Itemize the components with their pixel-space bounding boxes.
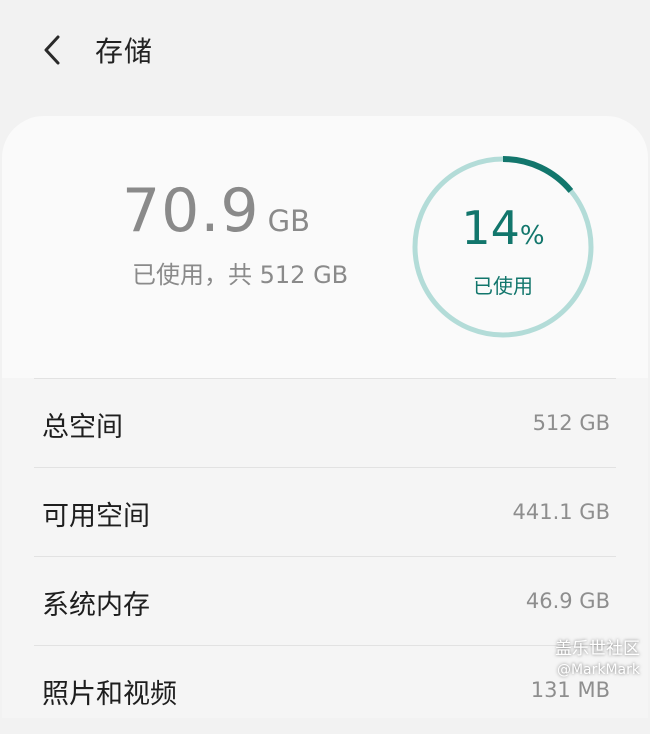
list-item-label: 系统内存 <box>42 590 150 621</box>
storage-card: 70.9 GB 已使用，共 512 GB 14% 已使用 总空间 512 GB 可… <box>2 116 648 718</box>
storage-list: 总空间 512 GB 可用空间 441.1 GB 系统内存 46.9 GB 照片… <box>2 378 648 718</box>
list-item-label: 可用空间 <box>42 501 150 532</box>
list-item-label: 照片和视频 <box>42 679 177 710</box>
list-item-value: 441.1 GB <box>512 500 610 524</box>
usage-percent: 14% <box>408 204 598 260</box>
watermark: 盖乐世社区 @MarkMark <box>555 634 640 678</box>
used-number: 70.9 <box>122 176 260 246</box>
header: 存储 <box>0 0 650 100</box>
used-amount: 70.9 GB <box>122 176 310 246</box>
chevron-left-icon <box>44 35 60 65</box>
list-item-label: 总空间 <box>42 412 123 443</box>
watermark-user: @MarkMark <box>556 662 640 678</box>
storage-summary: 70.9 GB 已使用，共 512 GB 14% 已使用 <box>2 116 648 378</box>
list-item-photos-videos[interactable]: 照片和视频 131 MB <box>34 645 616 734</box>
back-button[interactable] <box>36 30 72 70</box>
list-item-value: 131 MB <box>530 678 610 702</box>
usage-label: 已使用 <box>473 274 533 298</box>
page-title: 存储 <box>95 35 154 68</box>
usage-percent-block: 14% 已使用 <box>408 204 598 299</box>
usage-percent-sign: % <box>519 221 545 251</box>
usage-percent-number: 14 <box>461 201 520 255</box>
list-item-total-space[interactable]: 总空间 512 GB <box>34 378 616 467</box>
list-item-value: 46.9 GB <box>525 589 610 613</box>
used-caption: 已使用，共 512 GB <box>132 261 349 289</box>
used-unit: GB <box>267 204 310 238</box>
list-item-system-memory[interactable]: 系统内存 46.9 GB <box>34 556 616 645</box>
list-item-available-space[interactable]: 可用空间 441.1 GB <box>34 467 616 556</box>
list-item-value: 512 GB <box>532 411 610 435</box>
watermark-title: 盖乐世社区 <box>555 639 640 659</box>
